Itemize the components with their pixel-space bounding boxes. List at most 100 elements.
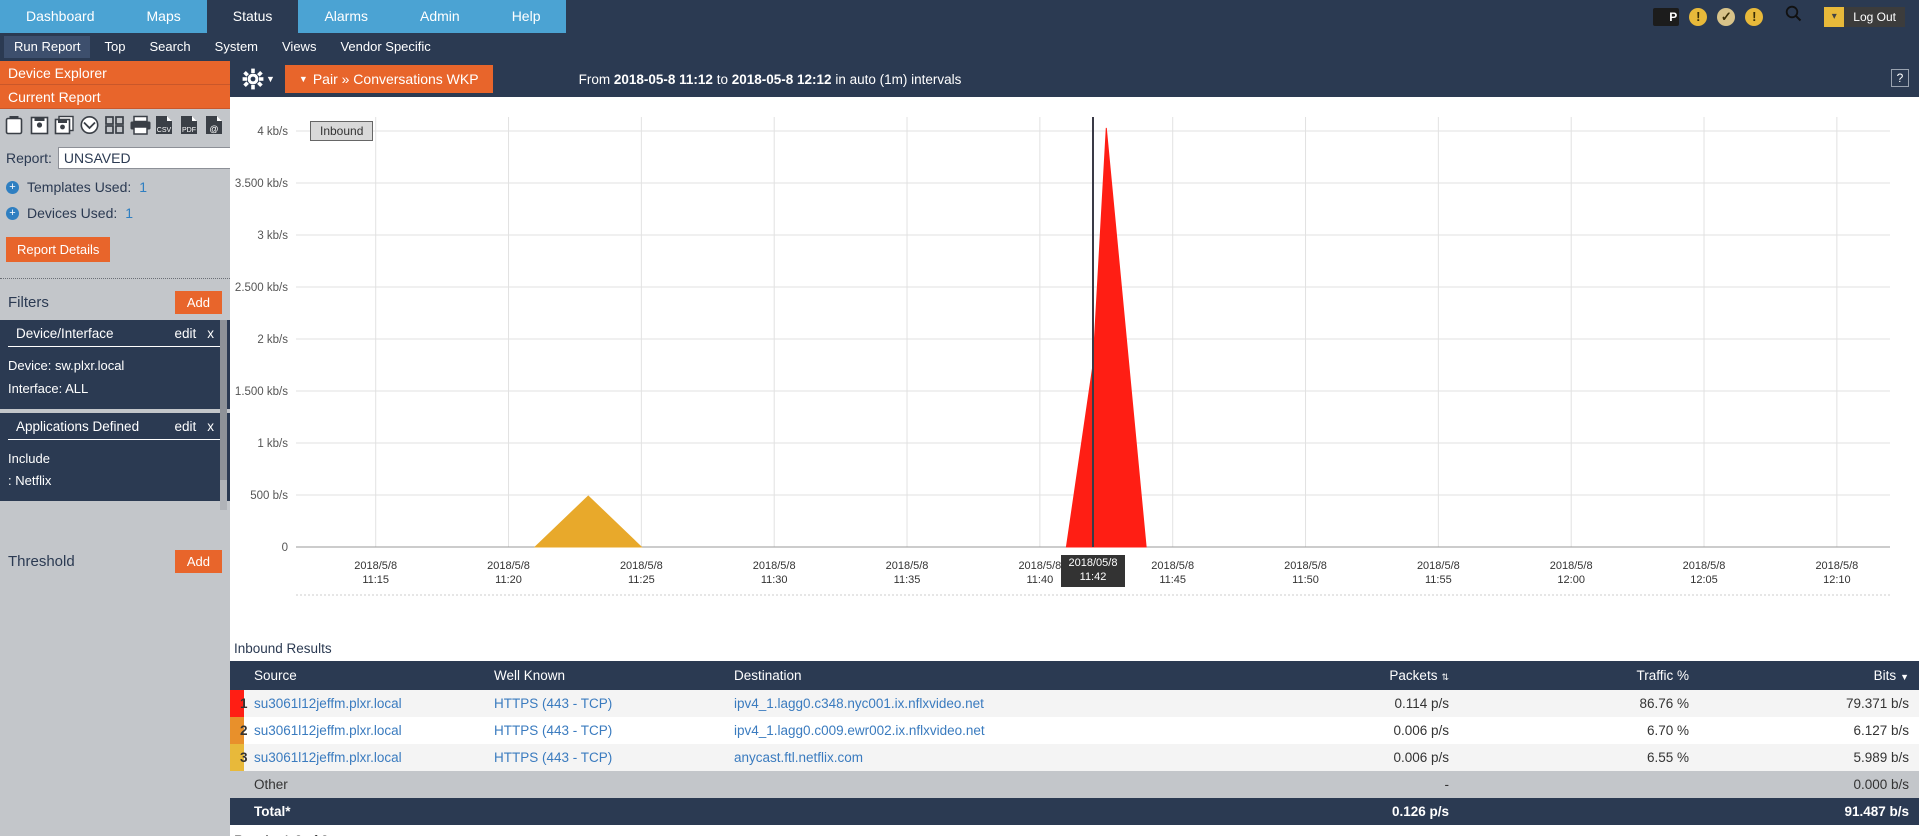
- subnav-item-search[interactable]: Search: [139, 36, 200, 58]
- x-axis-tick-time: 11:40: [1027, 574, 1054, 586]
- x-axis-tick-date: 2018/5/8: [1815, 560, 1858, 572]
- alert-check-icon[interactable]: ✓: [1717, 7, 1736, 26]
- traffic-chart[interactable]: Inbound 2018/05/8 11:42 4 kb/s 3.500 kb/s…: [230, 97, 1919, 637]
- table-row[interactable]: 3 su3061l12jeffm.plxr.local HTTPS (443 - T…: [230, 744, 1919, 771]
- chart-header-bar: ▼ ▼ Pair » Conversations WKP From 2018-0…: [230, 61, 1919, 97]
- polling-p-icon[interactable]: P: [1653, 7, 1680, 26]
- breadcrumb-pair-conversations[interactable]: ▼ Pair » Conversations WKP: [284, 65, 493, 93]
- table-row[interactable]: 2 su3061l12jeffm.plxr.local HTTPS (443 - T…: [230, 717, 1919, 744]
- col-bits[interactable]: Bits ▼: [1699, 661, 1919, 690]
- nav-tab-dashboard[interactable]: Dashboard: [0, 0, 121, 33]
- source-link[interactable]: su3061l12jeffm.plxr.local: [254, 723, 402, 738]
- report-details-button[interactable]: Report Details: [6, 237, 111, 262]
- col-destination[interactable]: Destination: [724, 661, 1159, 690]
- subnav-item-system[interactable]: System: [205, 36, 268, 58]
- filter-card-header: Device/Interface edit x: [8, 320, 222, 347]
- subnav-item-run-report[interactable]: Run Report: [4, 36, 91, 58]
- filters-title: Filters: [8, 294, 49, 311]
- cell-traffic-pct: 86.76 %: [1459, 690, 1699, 717]
- templates-used-row[interactable]: + Templates Used: 1: [0, 169, 230, 195]
- x-axis-tick-time: 11:35: [894, 574, 921, 586]
- breadcrumb-label: Pair » Conversations WKP: [312, 71, 479, 87]
- alert-warning-icon-1[interactable]: !: [1689, 7, 1708, 26]
- table-row[interactable]: 1 su3061l12jeffm.plxr.local HTTPS (443 - T…: [230, 690, 1919, 717]
- sidebar-item-device-explorer[interactable]: Device Explorer: [0, 61, 230, 85]
- threshold-section-header: Threshold Add: [0, 538, 230, 579]
- well-known-link[interactable]: HTTPS (443 - TCP): [494, 723, 612, 738]
- cell-source: su3061l12jeffm.plxr.local: [244, 690, 484, 717]
- cell-well-known: HTTPS (443 - TCP): [484, 744, 724, 771]
- x-axis-tick-date: 2018/5/8: [1550, 560, 1593, 572]
- csv-export-icon[interactable]: CSV: [154, 114, 176, 138]
- subnav-item-views[interactable]: Views: [272, 36, 326, 58]
- cell-total-well-known: [484, 798, 724, 825]
- filter-actions: edit x: [174, 419, 214, 434]
- help-icon[interactable]: ?: [1891, 69, 1909, 87]
- subnav-item-vendor-specific[interactable]: Vendor Specific: [330, 36, 440, 58]
- trash-icon[interactable]: [4, 114, 26, 138]
- col-packets[interactable]: Packets ⇅: [1159, 661, 1459, 690]
- col-source[interactable]: Source: [244, 661, 484, 690]
- expand-plus-icon[interactable]: +: [6, 206, 19, 220]
- search-icon[interactable]: [1773, 5, 1814, 28]
- table-row-total: Total* 0.126 p/s 91.487 b/s: [230, 798, 1919, 825]
- save-icon[interactable]: [29, 114, 51, 138]
- col-traffic-pct[interactable]: Traffic %: [1459, 661, 1699, 690]
- filter-edit-link[interactable]: edit: [174, 326, 196, 341]
- nav-tab-admin[interactable]: Admin: [394, 0, 486, 33]
- filter-card-body: Device: sw.plxr.local Interface: ALL: [0, 347, 230, 409]
- nav-tab-alarms[interactable]: Alarms: [298, 0, 394, 33]
- filter-remove-icon[interactable]: x: [207, 326, 214, 341]
- cursor-tooltip-time: 11:42: [1079, 570, 1107, 583]
- filters-add-button[interactable]: Add: [174, 291, 222, 314]
- report-name-row: Report:: [0, 139, 251, 169]
- destination-link[interactable]: anycast.ftl.netflix.com: [734, 750, 863, 765]
- cell-source: su3061l12jeffm.plxr.local: [244, 744, 484, 771]
- svg-text:PDF: PDF: [182, 127, 196, 134]
- source-link[interactable]: su3061l12jeffm.plxr.local: [254, 696, 402, 711]
- filters-scrollbar[interactable]: [220, 320, 227, 510]
- subnav-item-top[interactable]: Top: [94, 36, 135, 58]
- source-link[interactable]: su3061l12jeffm.plxr.local: [254, 750, 402, 765]
- devices-used-row[interactable]: + Devices Used: 1: [0, 195, 230, 221]
- expand-plus-icon[interactable]: +: [6, 180, 19, 194]
- cell-total-destination: [724, 798, 1159, 825]
- filter-title: Device/Interface: [16, 326, 114, 341]
- x-axis-tick-date: 2018/5/8: [1683, 560, 1726, 572]
- filters-scrollbar-thumb[interactable]: [220, 320, 227, 480]
- threshold-add-button[interactable]: Add: [174, 550, 222, 573]
- email-icon[interactable]: @: [204, 114, 226, 138]
- alert-warning-icon-2[interactable]: !: [1745, 7, 1764, 26]
- x-axis-tick-time: 11:55: [1425, 574, 1452, 586]
- schedule-clock-icon[interactable]: [79, 114, 101, 138]
- gear-icon[interactable]: ▼: [230, 68, 285, 90]
- destination-link[interactable]: ipv4_1.lagg0.c348.nyc001.ix.nflxvideo.ne…: [734, 696, 984, 711]
- top-navigation-bar: Dashboard Maps Status Alarms Admin Help …: [0, 0, 1919, 33]
- nav-tab-status[interactable]: Status: [206, 0, 299, 33]
- cell-total-traffic-pct: [1459, 798, 1699, 825]
- filter-remove-icon[interactable]: x: [207, 419, 214, 434]
- cell-well-known: HTTPS (443 - TCP): [484, 690, 724, 717]
- filter-edit-link[interactable]: edit: [174, 419, 196, 434]
- col-bits-label: Bits: [1873, 668, 1897, 683]
- destination-link[interactable]: ipv4_1.lagg0.c009.ewr002.ix.nflxvideo.ne…: [734, 723, 985, 738]
- breadcrumb-caret-icon: ▼: [298, 74, 308, 84]
- nav-tab-maps[interactable]: Maps: [120, 0, 207, 33]
- widgets-icon[interactable]: [104, 114, 126, 138]
- cell-traffic-pct: 6.55 %: [1459, 744, 1699, 771]
- results-table: Source Well Known Destination Packets ⇅ T…: [230, 661, 1919, 825]
- cell-total-label: Total*: [244, 798, 484, 825]
- col-well-known[interactable]: Well Known: [484, 661, 724, 690]
- well-known-link[interactable]: HTTPS (443 - TCP): [494, 750, 612, 765]
- logout-button[interactable]: ▾ Log Out: [1824, 6, 1905, 27]
- filter-line-include: Include: [8, 450, 50, 466]
- report-label: Report:: [6, 150, 52, 166]
- pdf-export-icon[interactable]: PDF: [179, 114, 201, 138]
- report-name-input[interactable]: [57, 147, 251, 169]
- well-known-link[interactable]: HTTPS (443 - TCP): [494, 696, 612, 711]
- print-icon[interactable]: [129, 114, 151, 138]
- chart-cursor-tooltip: 2018/05/8 11:42: [1061, 555, 1125, 587]
- save-as-icon[interactable]: [54, 114, 76, 138]
- nav-tab-help[interactable]: Help: [485, 0, 567, 33]
- sidebar-item-current-report[interactable]: Current Report: [0, 85, 230, 109]
